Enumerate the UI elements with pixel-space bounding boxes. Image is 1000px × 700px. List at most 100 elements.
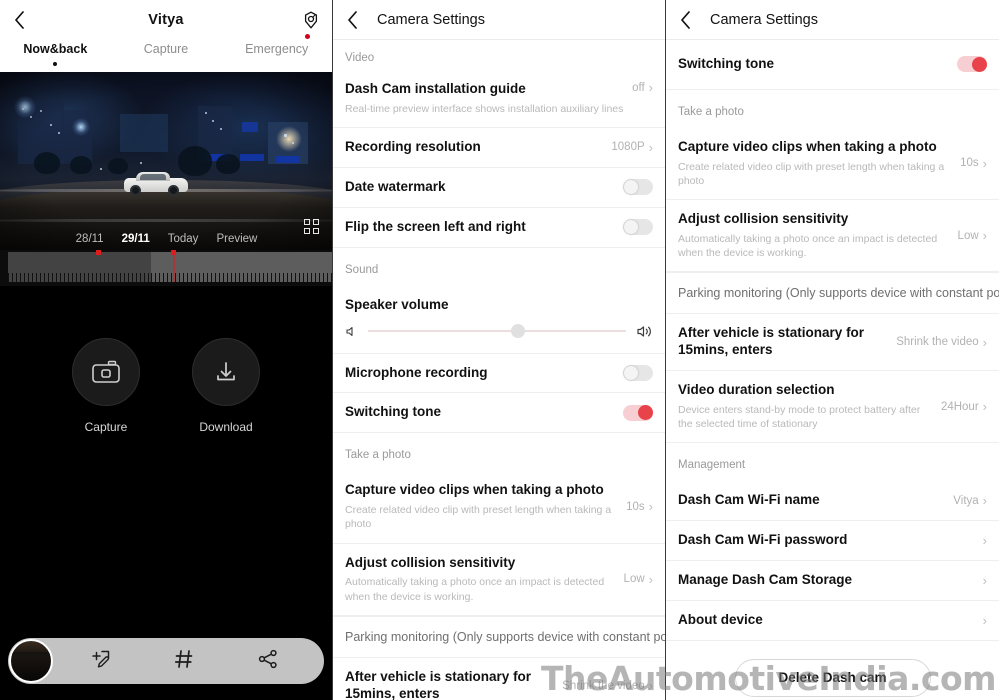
- row-after-vehicle-stationary[interactable]: After vehicle is stationary for 15mins, …: [666, 314, 999, 372]
- tab-capture[interactable]: Capture: [111, 40, 222, 56]
- row-title: Dash Cam Wi-Fi password: [678, 532, 848, 548]
- tab-now-and-back[interactable]: Now&back: [0, 40, 111, 66]
- tree: [70, 156, 92, 174]
- row-dash-cam-wifi-password[interactable]: Dash Cam Wi-Fi password ›: [666, 521, 999, 562]
- row-title: Dash Cam installation guide: [345, 81, 526, 96]
- car-wheel: [130, 185, 141, 196]
- row-microphone-recording[interactable]: Microphone recording: [333, 354, 665, 394]
- row-subtitle: Automatically taking a photo once an imp…: [678, 232, 938, 260]
- car-window: [140, 174, 166, 180]
- back-chevron-icon[interactable]: [666, 10, 704, 29]
- section-label-take-a-photo: Take a photo: [345, 449, 411, 462]
- gallery-thumbnail[interactable]: [9, 639, 53, 683]
- page-title: Camera Settings: [710, 11, 818, 28]
- window-light: [140, 162, 142, 164]
- section-label-video: Video: [345, 52, 375, 64]
- timeline-event-marker[interactable]: [96, 250, 101, 255]
- volume-low-icon: [345, 325, 358, 338]
- timeline-ticks: [8, 273, 151, 282]
- row-flip-screen[interactable]: Flip the screen left and right: [333, 208, 665, 248]
- date-watermark-toggle[interactable]: [623, 179, 653, 196]
- timeline-segment[interactable]: [8, 250, 151, 282]
- row-video-duration-selection[interactable]: Video duration selection Device enters s…: [666, 371, 999, 444]
- date-today[interactable]: Today: [168, 233, 199, 245]
- tab-emergency[interactable]: Emergency: [221, 34, 332, 56]
- settings-gear-icon[interactable]: [300, 9, 322, 31]
- row-value: 10s: [960, 157, 979, 170]
- row-value: 10s: [626, 500, 645, 513]
- hash-icon[interactable]: [173, 648, 195, 675]
- timeline-segment[interactable]: [151, 250, 332, 282]
- row-switching-tone[interactable]: Switching tone: [333, 393, 665, 434]
- row-title: Capture video clips when taking a photo: [345, 482, 604, 498]
- white-car: [124, 172, 188, 196]
- date-28-11[interactable]: 28/11: [76, 233, 104, 245]
- row-title: Switching tone: [345, 404, 441, 420]
- row-adjust-collision-sensitivity[interactable]: Adjust collision sensitivity Automatical…: [666, 200, 999, 273]
- download-button[interactable]: Download: [192, 338, 260, 434]
- row-after-vehicle-stationary[interactable]: After vehicle is stationary for 15mins, …: [333, 658, 665, 700]
- row-subtitle: Create related video clip with preset le…: [678, 160, 945, 187]
- dashcam-live-preview[interactable]: 28/11 29/11 Today Preview: [0, 72, 332, 250]
- chevron-right-icon: ›: [982, 493, 987, 509]
- camera-settings-panel-scrolled-bottom: Camera Settings Switching tone Take a ph…: [666, 0, 999, 700]
- page-title: Vitya: [148, 12, 184, 28]
- date-29-11[interactable]: 29/11: [122, 233, 150, 245]
- row-value: Low: [623, 573, 645, 586]
- group-parking-monitoring: Parking monitoring (Only supports device…: [666, 272, 999, 315]
- road-sign: [240, 154, 264, 161]
- tab-label: Capture: [143, 42, 189, 56]
- tab-label: Emergency: [245, 42, 309, 56]
- edit-photo-icon[interactable]: [90, 648, 112, 675]
- switching-tone-toggle[interactable]: [957, 56, 987, 73]
- timeline-event-marker[interactable]: [171, 250, 176, 255]
- row-dash-cam-installation-guide[interactable]: Dash Cam installation guide Real-time pr…: [333, 70, 665, 129]
- row-speaker-volume: Speaker volume: [333, 286, 665, 318]
- delete-dash-cam-button[interactable]: Delete Dash cam: [734, 658, 931, 697]
- window-light: [205, 112, 207, 114]
- row-dash-cam-wifi-name[interactable]: Dash Cam Wi-Fi name Vitya ›: [666, 481, 999, 522]
- row-recording-resolution[interactable]: Recording resolution 1080P ›: [333, 128, 665, 168]
- row-manage-dash-cam-storage[interactable]: Manage Dash Cam Storage ›: [666, 561, 999, 601]
- row-date-watermark[interactable]: Date watermark: [333, 168, 665, 208]
- row-adjust-collision-sensitivity[interactable]: Adjust collision sensitivity Automatical…: [333, 544, 665, 616]
- window-light: [30, 116, 32, 118]
- row-value: 24Hour: [940, 400, 979, 413]
- chevron-right-icon: ›: [982, 155, 987, 171]
- row-title: Adjust collision sensitivity: [678, 211, 849, 227]
- chevron-right-icon: ›: [982, 612, 987, 628]
- chevron-right-icon: ›: [982, 334, 987, 350]
- row-capture-video-clips[interactable]: Capture video clips when taking a photo …: [333, 471, 665, 544]
- window-light: [40, 110, 42, 112]
- window-light: [100, 168, 102, 170]
- date-preview[interactable]: Preview: [216, 233, 257, 245]
- speaker-volume-slider-row[interactable]: [333, 318, 665, 354]
- capture-button[interactable]: Capture: [72, 338, 140, 434]
- building: [120, 114, 168, 152]
- chevron-right-icon: ›: [648, 80, 653, 95]
- window-light: [284, 134, 287, 137]
- row-subtitle: Device enters stand-by mode to protect b…: [678, 403, 921, 431]
- switching-tone-toggle[interactable]: [623, 404, 653, 421]
- group-parking-monitoring: Parking monitoring (Only supports device…: [333, 615, 665, 658]
- back-chevron-icon[interactable]: [333, 10, 371, 29]
- chevron-right-icon: ›: [982, 533, 987, 549]
- volume-slider-handle[interactable]: [510, 324, 525, 339]
- download-button-label: Download: [199, 420, 253, 434]
- row-about-device[interactable]: About device ›: [666, 601, 999, 641]
- share-icon[interactable]: [257, 648, 279, 675]
- row-title: Date watermark: [345, 178, 446, 194]
- live-action-buttons: Capture Download: [0, 286, 332, 486]
- window-light: [292, 142, 294, 144]
- row-switching-tone[interactable]: Switching tone: [666, 40, 999, 90]
- flip-screen-toggle[interactable]: [623, 219, 653, 236]
- row-value: 1080P: [611, 141, 645, 154]
- row-title: Adjust collision sensitivity: [345, 554, 516, 570]
- row-capture-video-clips[interactable]: Capture video clips when taking a photo …: [666, 128, 999, 201]
- volume-slider-track[interactable]: [368, 324, 626, 339]
- recording-timeline[interactable]: [0, 250, 332, 286]
- settings-header: Camera Settings: [666, 0, 999, 40]
- chevron-right-icon: ›: [648, 499, 653, 515]
- live-view-panel: Vitya Now&back Capture Emergency 28/11 2…: [0, 0, 333, 700]
- microphone-recording-toggle[interactable]: [623, 364, 653, 381]
